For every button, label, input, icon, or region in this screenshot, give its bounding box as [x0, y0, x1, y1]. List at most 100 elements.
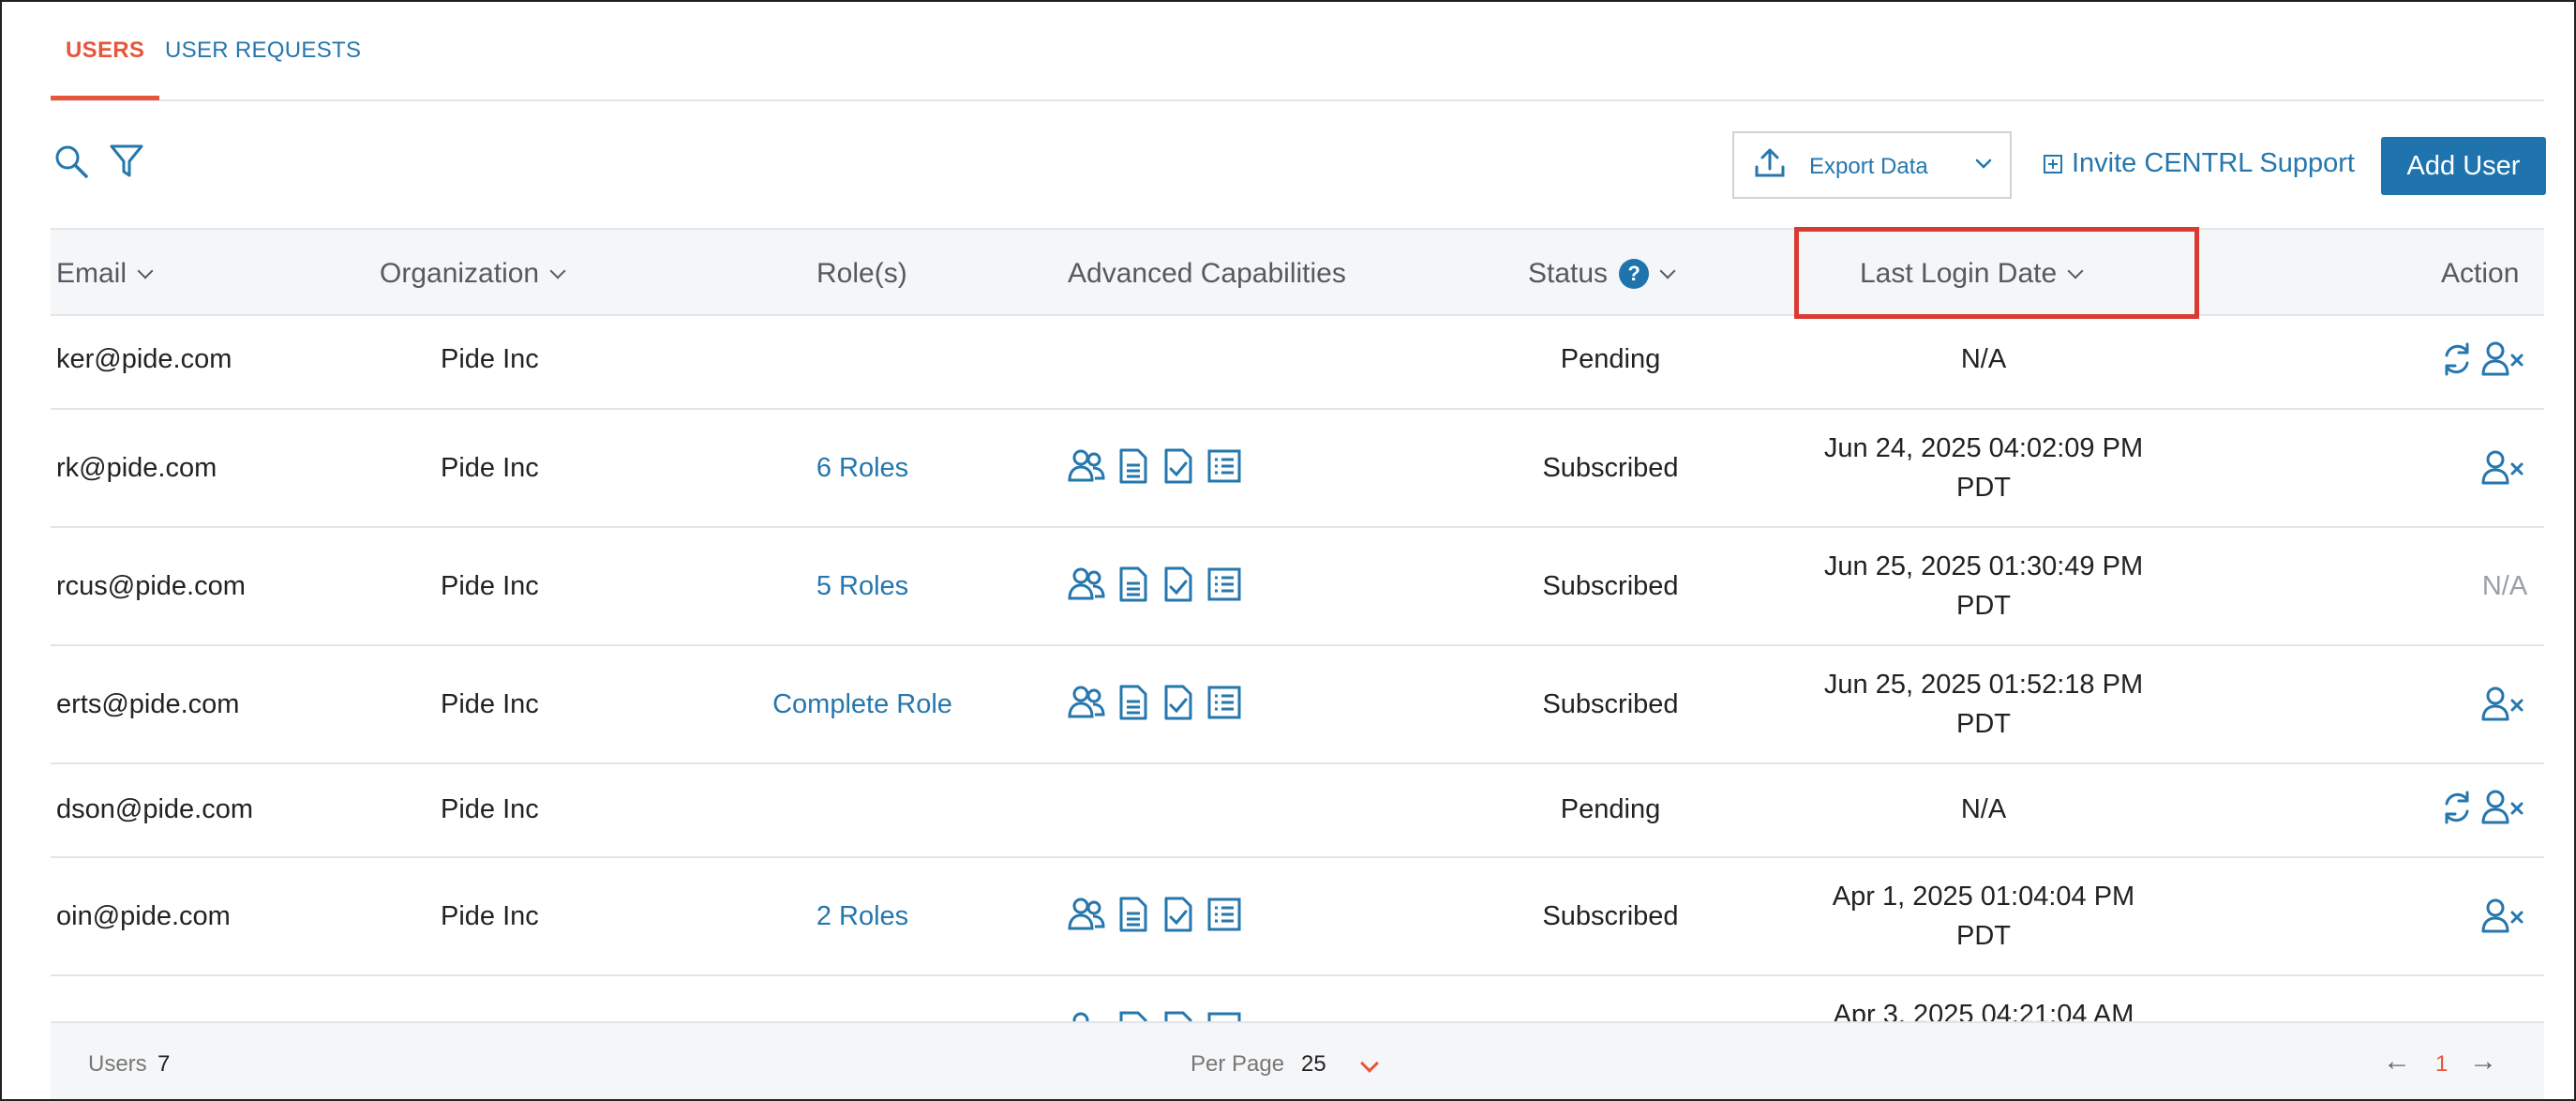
cell-status: Subscribed — [1542, 689, 1679, 719]
table-row: erts@pide.com Pide Inc Complete Role Sub… — [51, 646, 2544, 764]
chevron-down-icon — [549, 263, 566, 279]
column-header-last-login-date[interactable]: Last Login Date — [1860, 258, 2084, 290]
column-header-last-login-label: Last Login Date — [1860, 258, 2058, 289]
tab-user-requests[interactable]: USER REQUESTS — [165, 38, 361, 64]
resend-icon[interactable] — [2439, 339, 2475, 385]
row-actions — [2480, 684, 2525, 730]
cell-email: rk@pide.com — [56, 453, 217, 483]
users-capability-icon — [1067, 566, 1106, 603]
cell-roles-link[interactable]: Complete Role — [772, 689, 952, 720]
column-header-email-label: Email — [56, 258, 127, 289]
cell-organization: Pide Inc — [441, 901, 539, 931]
row-actions — [2439, 787, 2525, 833]
cell-action-na: N/A — [2481, 571, 2528, 601]
cell-last-login: N/A — [1960, 344, 2007, 374]
current-page-number[interactable]: 1 — [2435, 1051, 2448, 1078]
list-capability-icon — [1206, 1010, 1243, 1021]
table-row: oin@pide.com Pide Inc 2 Roles Subscribed… — [51, 858, 2544, 976]
per-page-value[interactable]: 25 — [1301, 1051, 1326, 1078]
cell-roles-link[interactable]: 6 Roles — [816, 453, 908, 484]
users-capability-icon — [1067, 447, 1106, 485]
column-header-email[interactable]: Email — [56, 258, 154, 290]
document-capability-icon — [1116, 447, 1151, 485]
document-capability-icon — [1116, 896, 1151, 933]
cell-email: erts@pide.com — [56, 689, 240, 719]
plus-box-icon — [2044, 155, 2062, 173]
users-count-value: 7 — [157, 1051, 171, 1077]
cell-last-login: Apr 1, 2025 01:04:04 PM PDT — [1833, 877, 2134, 956]
add-user-button[interactable]: Add User — [2381, 137, 2546, 195]
remove-user-icon[interactable] — [2480, 787, 2525, 833]
invite-support-button[interactable]: Invite CENTRL Support — [2044, 148, 2355, 179]
checklist-capability-icon — [1161, 896, 1196, 933]
users-capability-icon — [1067, 684, 1106, 721]
table-footer: Users 7 Per Page 25 ← 1 → — [51, 1021, 2544, 1099]
checklist-capability-icon — [1161, 447, 1196, 485]
login-timezone: PDT — [1955, 591, 2011, 621]
export-data-label: Export Data — [1809, 154, 1928, 179]
cell-status: Pending — [1560, 344, 1661, 374]
checklist-capability-icon — [1161, 566, 1196, 603]
tab-bar: USERS USER REQUESTS — [50, 2, 2544, 101]
login-timezone: PDT — [1955, 473, 2011, 503]
cell-status: Subscribed — [1542, 571, 1679, 601]
cell-last-login: Apr 3, 2025 04:21:04 AM — [1833, 1000, 2134, 1021]
next-page-arrow-icon[interactable]: → — [2469, 1046, 2497, 1078]
chevron-down-icon — [1659, 263, 1676, 279]
cell-email: ker@pide.com — [56, 344, 232, 374]
search-icon[interactable] — [52, 143, 90, 185]
cell-status: Pending — [1560, 794, 1661, 824]
list-capability-icon — [1206, 896, 1243, 933]
column-header-status[interactable]: Status? — [1528, 258, 1676, 291]
chevron-down-icon — [2067, 263, 2084, 279]
document-capability-icon — [1116, 1010, 1151, 1021]
table-row: Apr 3, 2025 04:21:04 AM — [51, 976, 2544, 1021]
cell-organization: Pide Inc — [441, 794, 539, 824]
users-capability-icon — [1067, 1010, 1106, 1021]
users-table: Email Organization Role(s) Advanced Capa… — [51, 228, 2544, 1021]
cell-last-login: Jun 24, 2025 04:02:09 PM PDT — [1824, 429, 2143, 507]
remove-user-icon[interactable] — [2480, 447, 2525, 493]
filter-icon[interactable] — [109, 143, 144, 185]
login-date: Jun 25, 2025 01:52:18 PM — [1823, 670, 2144, 700]
column-header-action: Action — [2441, 258, 2520, 289]
upload-icon — [1753, 146, 1787, 185]
remove-user-icon[interactable] — [2480, 339, 2525, 385]
prev-page-arrow-icon[interactable]: ← — [2383, 1046, 2411, 1078]
list-capability-icon — [1206, 566, 1243, 603]
table-row: dson@pide.com Pide Inc Pending N/A — [51, 764, 2544, 858]
cell-status: Subscribed — [1542, 901, 1679, 931]
row-actions — [2480, 447, 2525, 493]
advanced-capabilities-icons — [1067, 447, 1243, 485]
cell-organization: Pide Inc — [441, 571, 539, 601]
tab-users[interactable]: USERS — [50, 38, 160, 100]
cell-last-login: N/A — [1960, 794, 2007, 824]
export-data-dropdown[interactable]: Export Data — [1732, 131, 2012, 199]
chevron-down-icon — [137, 263, 154, 279]
resend-icon[interactable] — [2439, 787, 2475, 833]
login-timezone: PDT — [1955, 709, 2011, 739]
per-page-chevron-icon[interactable] — [1360, 1054, 1379, 1073]
cell-email: rcus@pide.com — [56, 571, 246, 601]
cell-last-login: Jun 25, 2025 01:52:18 PM PDT — [1824, 665, 2143, 744]
login-timezone: PDT — [1955, 921, 2011, 951]
cell-email: oin@pide.com — [56, 901, 231, 931]
chevron-down-icon — [1974, 158, 1993, 175]
column-header-organization-label: Organization — [380, 258, 540, 289]
cell-roles-link[interactable]: 5 Roles — [816, 571, 908, 602]
advanced-capabilities-icons — [1067, 566, 1243, 603]
users-capability-icon — [1067, 896, 1106, 933]
per-page-label: Per Page — [1191, 1051, 1285, 1077]
users-page: USERS USER REQUESTS Export Data Invite C… — [0, 0, 2576, 1101]
column-header-advanced-capabilities: Advanced Capabilities — [1068, 258, 1346, 289]
advanced-capabilities-icons — [1067, 684, 1243, 721]
help-icon[interactable]: ? — [1619, 259, 1650, 289]
column-header-organization[interactable]: Organization — [380, 258, 566, 290]
cell-roles-link[interactable]: 2 Roles — [816, 901, 908, 932]
remove-user-icon[interactable] — [2480, 684, 2525, 730]
checklist-capability-icon — [1161, 684, 1196, 721]
table-row: rcus@pide.com Pide Inc 5 Roles Subscribe… — [51, 528, 2544, 646]
remove-user-icon[interactable] — [2480, 896, 2525, 942]
login-date: Jun 24, 2025 04:02:09 PM — [1823, 433, 2144, 463]
table-row: ker@pide.com Pide Inc Pending N/A — [51, 316, 2544, 410]
